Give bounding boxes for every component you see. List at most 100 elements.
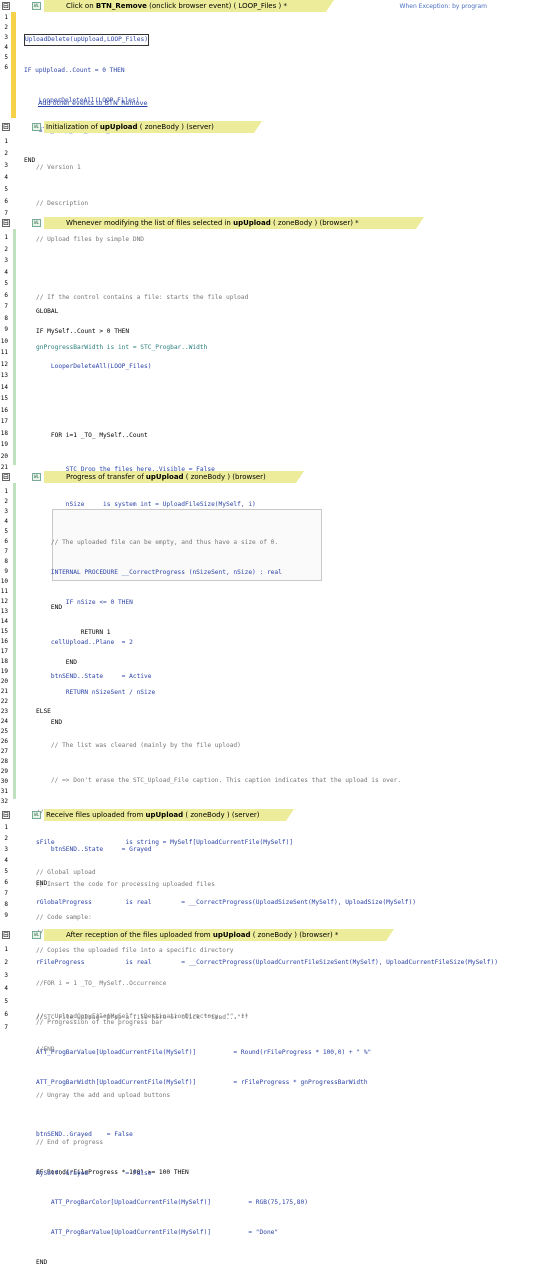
title-text: ( zoneBody ) (browser) [183, 473, 266, 481]
line-number: 9 [4, 912, 8, 919]
event-title: Whenever modifying the list of files sel… [66, 219, 359, 227]
line-number: 19 [0, 441, 8, 448]
line-number: 18 [0, 429, 8, 437]
code-line[interactable] [36, 846, 248, 857]
event-section-progress: ⊟ WL Progress of transfer of upUpload ( … [0, 471, 549, 1266]
code-line[interactable]: // Ungray the add and upload buttons [36, 1089, 248, 1102]
title-text: (onclick browser event) ( LOOP_Files ) * [146, 2, 287, 10]
code-line[interactable]: END [36, 658, 498, 668]
event-header[interactable]: ⊟ WL Click on BTN_Remove (onclick browse… [0, 0, 549, 12]
title-control: upUpload [212, 931, 251, 939]
code-line[interactable]: // Version 1 [36, 162, 207, 174]
gutter-marker [13, 229, 16, 465]
line-number: 5 [4, 868, 8, 875]
line-number: 28 [0, 758, 8, 765]
code-line[interactable]: FOR i=1 _TO_ MySelf..Count [36, 430, 401, 442]
code-line[interactable]: END [36, 1258, 498, 1268]
collapse-icon[interactable]: ⊟ [2, 123, 10, 131]
line-number: 5 [4, 186, 8, 193]
title-control: upUpload [145, 473, 184, 481]
line-number: 8 [4, 314, 8, 322]
line-number: 17 [0, 418, 8, 425]
code-line[interactable]: // The uploaded file can be empty, and t… [36, 538, 498, 548]
code-line[interactable]: // Code sample: [36, 912, 248, 923]
code-line[interactable]: LooperDeleteAll(LOOP_Files) [36, 361, 401, 373]
line-number: 15 [0, 628, 8, 635]
add-other-events-link[interactable]: Add other events to BTN_Remove [38, 99, 148, 107]
line-number: 2 [4, 835, 8, 842]
code-line[interactable]: IF MySelf..Count > 0 THEN [36, 326, 401, 338]
line-number: 25 [0, 728, 8, 735]
code-line[interactable]: btnSEND..Grayed = False [36, 1128, 248, 1141]
title-text: Click on [66, 2, 96, 10]
code-line[interactable]: IF upUpload..Count = 0 THEN [24, 66, 184, 76]
line-number: 29 [0, 768, 8, 775]
code-line[interactable]: MySelf..Grayed = False [36, 1167, 248, 1180]
line-number: 6 [4, 879, 8, 886]
line-number: 26 [0, 738, 8, 745]
event-section-init: ⊟ WL Initialization of upUpload ( zoneBo… [0, 121, 549, 351]
line-number: 2 [4, 959, 8, 966]
collapse-icon[interactable]: ⊟ [2, 473, 10, 481]
event-header[interactable]: ⊟ WL Initialization of upUpload ( zoneBo… [0, 121, 549, 133]
code-line[interactable]: RETURN nSizeSent / nSize [36, 688, 498, 698]
line-number: 19 [0, 668, 8, 675]
code-line[interactable]: //STC_File_Upload="Drop a file here or c… [36, 1011, 248, 1024]
line-number: 1 [4, 234, 8, 241]
collapse-icon[interactable]: ⊟ [2, 931, 10, 939]
event-section-modify: ⊟ WL Whenever modifying the list of file… [0, 217, 549, 887]
code-line[interactable]: RETURN 1 [36, 628, 498, 638]
line-number: 6 [4, 64, 8, 71]
line-number: 27 [0, 748, 8, 755]
collapse-icon[interactable]: ⊟ [2, 219, 10, 227]
event-header[interactable]: ⊟ WL Progress of transfer of upUpload ( … [0, 471, 549, 483]
line-number: 13 [0, 372, 8, 379]
code-line[interactable]: ATT_ProgBarValue[UploadCurrentFile(MySel… [36, 1228, 498, 1238]
collapse-icon[interactable]: ⊟ [2, 2, 10, 10]
server-code-icon: WL [32, 811, 41, 819]
code-line[interactable]: UploadDelete(upUpload,LOOP_Files) [24, 34, 184, 46]
code-line[interactable]: // If the control contains a file: start… [36, 292, 401, 304]
event-title: Receive files uploaded from upUpload ( z… [46, 811, 260, 819]
code-line[interactable] [36, 1050, 248, 1063]
event-header[interactable]: ⊟ WL After reception of the files upload… [0, 929, 549, 941]
line-number: 14 [0, 618, 8, 625]
code-line[interactable] [36, 508, 498, 518]
line-number: 5 [4, 998, 8, 1005]
code-line[interactable] [36, 778, 498, 788]
line-number: 20 [0, 452, 8, 460]
event-title: Click on BTN_Remove (onclick browser eve… [66, 2, 287, 10]
event-header[interactable]: ⊟ WL Whenever modifying the list of file… [0, 217, 549, 229]
code-line[interactable]: // Insert the code for processing upload… [36, 879, 248, 890]
exception-info[interactable]: When Exception: by program [400, 3, 487, 10]
line-number: 7 [4, 548, 8, 555]
code-line[interactable]: END [36, 718, 498, 728]
code-editor[interactable]: //STC_File_Upload="Drop a file here or c… [36, 946, 248, 1206]
line-number: 6 [4, 1011, 8, 1018]
line-number: 5 [4, 528, 8, 535]
line-number: 31 [0, 788, 8, 795]
line-number: 4 [4, 174, 8, 181]
line-number: 1 [4, 946, 8, 953]
line-number: 7 [4, 303, 8, 310]
code-line[interactable] [36, 257, 401, 269]
line-number: 6 [4, 198, 8, 205]
code-line[interactable]: INTERNAL PROCEDURE __CorrectProgress (nS… [36, 568, 498, 578]
line-number: 5 [4, 280, 8, 287]
line-number: 18 [0, 658, 8, 665]
browser-code-icon: WL [32, 473, 41, 481]
line-number: 22 [0, 698, 8, 705]
code-line[interactable]: // Description [36, 198, 207, 210]
code-line[interactable] [36, 748, 498, 758]
collapse-icon[interactable]: ⊟ [2, 811, 10, 819]
line-number: 24 [0, 718, 8, 725]
line-number: 20 [0, 678, 8, 685]
code-line[interactable]: IF nSize <= 0 THEN [36, 598, 498, 608]
code-line[interactable] [36, 972, 248, 985]
line-number: 4 [4, 268, 8, 276]
event-header[interactable]: ⊟ WL Receive files uploaded from upUploa… [0, 809, 549, 821]
code-line[interactable] [36, 395, 401, 407]
line-number: 21 [0, 464, 8, 471]
event-section-receive: ⊟ WL Receive files uploaded from upUploa… [0, 809, 549, 1053]
line-number: 2 [4, 150, 8, 157]
